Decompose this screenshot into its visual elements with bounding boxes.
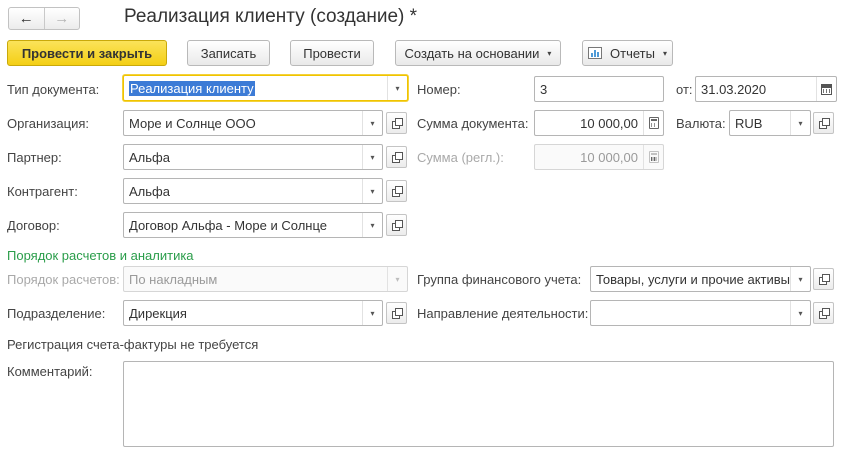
calendar-icon [821,83,832,95]
sum-regl-value: 10 000,00 [580,149,638,165]
contract-label: Договор: [7,218,60,233]
doc-sum-value: 10 000,00 [580,115,638,131]
chevron-down-icon[interactable]: ▾ [362,145,382,169]
chevron-down-icon[interactable]: ▾ [362,111,382,135]
comment-textarea[interactable] [123,361,834,447]
activity-field[interactable]: ▾ [590,300,811,326]
chevron-down-icon: ▾ [662,48,667,58]
fin-group-field[interactable]: Товары, услуги и прочие активы ▾ [590,266,811,292]
sum-regl-field: 10 000,00 [534,144,664,170]
date-value: 31.03.2020 [701,81,767,97]
fin-group-label: Группа финансового учета: [417,272,582,287]
calculator-button[interactable] [643,111,663,135]
partner-open-button[interactable] [386,146,407,168]
number-field[interactable]: 3 [534,76,664,102]
open-form-icon [818,118,830,129]
settlements-section-header: Порядок расчетов и аналитика [7,248,194,263]
reports-button[interactable]: Отчеты ▾ [582,40,673,66]
chevron-down-icon: ▾ [547,48,552,58]
calculator-icon [648,151,659,163]
calculator-button [643,145,663,169]
chevron-down-icon[interactable]: ▾ [362,179,382,203]
open-form-icon [391,186,403,197]
counterparty-open-button[interactable] [386,180,407,202]
open-form-icon [391,152,403,163]
chevron-down-icon[interactable]: ▾ [790,267,810,291]
partner-label: Партнер: [7,150,62,165]
doc-type-label: Тип документа: [7,82,100,97]
activity-open-button[interactable] [813,302,834,324]
partner-value: Альфа [129,149,170,165]
counterparty-field[interactable]: Альфа ▾ [123,178,383,204]
currency-field[interactable]: RUB ▾ [729,110,811,136]
page-title: Реализация клиенту (создание) * [124,6,418,27]
open-form-icon [818,274,830,285]
organization-label: Организация: [7,116,90,131]
open-form-icon [391,308,403,319]
save-label: Записать [200,45,257,61]
arrow-left-icon: ← [18,10,34,27]
currency-value: RUB [735,115,763,131]
contract-field[interactable]: Договор Альфа - Море и Солнце ▾ [123,212,383,238]
chevron-down-icon[interactable]: ▾ [362,301,382,325]
navigation-buttons: ← → [8,7,80,30]
number-label: Номер: [417,82,461,97]
calculator-icon [648,117,659,129]
doc-sum-field[interactable]: 10 000,00 [534,110,664,136]
reports-label: Отчеты [610,45,655,61]
chevron-down-icon[interactable]: ▾ [387,76,407,100]
chevron-down-icon: ▾ [387,267,407,291]
invoice-registration-note: Регистрация счета-фактуры не требуется [7,337,259,352]
doc-type-field[interactable]: Реализация клиенту ▾ [123,75,408,101]
settlement-order-field: По накладным ▾ [123,266,408,292]
organization-open-button[interactable] [386,112,407,134]
fin-group-open-button[interactable] [813,268,834,290]
fin-group-value: Товары, услуги и прочие активы [596,271,790,287]
open-form-icon [818,308,830,319]
currency-label: Валюта: [676,116,726,131]
arrow-right-icon: → [54,10,70,27]
organization-value: Море и Солнце ООО [129,115,256,131]
save-button[interactable]: Записать [187,40,270,66]
post-and-close-button[interactable]: Провести и закрыть [7,40,167,66]
contract-value: Договор Альфа - Море и Солнце [129,217,327,233]
activity-value [591,301,790,325]
open-form-icon [391,220,403,231]
department-field[interactable]: Дирекция ▾ [123,300,383,326]
create-based-on-button[interactable]: Создать на основании ▾ [395,40,561,66]
department-label: Подразделение: [7,306,106,321]
forward-button[interactable]: → [45,8,80,29]
doc-sum-label: Сумма документа: [417,116,529,131]
counterparty-value: Альфа [129,183,170,199]
post-and-close-label: Провести и закрыть [21,45,153,61]
post-label: Провести [303,45,361,61]
organization-field[interactable]: Море и Солнце ООО ▾ [123,110,383,136]
date-field[interactable]: 31.03.2020 [695,76,837,102]
open-form-icon [391,118,403,129]
back-button[interactable]: ← [9,8,44,29]
date-label: от: [676,82,693,97]
counterparty-label: Контрагент: [7,184,78,199]
post-button[interactable]: Провести [290,40,374,66]
partner-field[interactable]: Альфа ▾ [123,144,383,170]
currency-open-button[interactable] [813,112,834,134]
create-based-on-label: Создать на основании [404,45,540,61]
report-icon [588,47,603,59]
doc-type-value-wrap: Реализация клиенту [124,76,387,100]
calendar-button[interactable] [816,77,836,101]
department-value: Дирекция [129,305,187,321]
activity-label: Направление деятельности: [417,306,589,321]
number-value: 3 [540,81,548,97]
sum-regl-label: Сумма (регл.): [417,150,504,165]
doc-type-value: Реализация клиенту [129,80,255,96]
comment-label: Комментарий: [7,364,93,379]
chevron-down-icon[interactable]: ▾ [790,301,810,325]
settlement-order-label: Порядок расчетов: [7,272,120,287]
contract-open-button[interactable] [386,214,407,236]
department-open-button[interactable] [386,302,407,324]
chevron-down-icon[interactable]: ▾ [362,213,382,237]
chevron-down-icon[interactable]: ▾ [790,111,810,135]
settlement-order-value: По накладным [129,271,218,287]
